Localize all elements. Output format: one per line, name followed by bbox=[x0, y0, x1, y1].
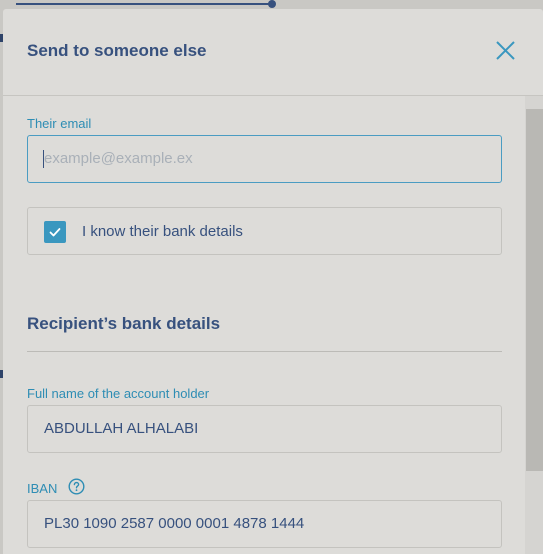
scrollbar-thumb[interactable] bbox=[526, 109, 543, 471]
background-progress-bar bbox=[16, 3, 272, 5]
background-progress-marker bbox=[268, 0, 276, 8]
account-holder-label: Full name of the account holder bbox=[27, 386, 210, 401]
bank-details-checkbox[interactable] bbox=[44, 221, 66, 243]
email-label: Their email bbox=[27, 116, 92, 131]
close-button[interactable] bbox=[493, 39, 517, 63]
recipient-bank-details-heading: Recipient’s bank details bbox=[27, 314, 221, 333]
text-caret bbox=[43, 150, 44, 168]
dialog-header: Send to someone else bbox=[3, 9, 543, 96]
bank-details-checkbox-row[interactable]: I know their bank details bbox=[27, 207, 502, 255]
section-divider bbox=[27, 351, 502, 352]
iban-help-button[interactable] bbox=[68, 478, 85, 495]
account-holder-input[interactable]: ABDULLAH ALHALABI bbox=[27, 405, 502, 453]
email-input[interactable]: example@example.ex bbox=[27, 135, 502, 183]
dialog-title: Send to someone else bbox=[27, 41, 207, 60]
question-circle-icon bbox=[68, 478, 85, 495]
checkmark-icon bbox=[49, 228, 61, 237]
send-to-someone-else-dialog: Send to someone else Their email example… bbox=[3, 9, 543, 554]
email-placeholder: example@example.ex bbox=[44, 150, 193, 167]
bank-details-checkbox-label: I know their bank details bbox=[82, 223, 243, 240]
iban-label: IBAN bbox=[27, 481, 58, 496]
iban-input[interactable]: PL30 1090 2587 0000 0001 4878 1444 bbox=[27, 500, 502, 548]
close-icon bbox=[496, 41, 515, 60]
